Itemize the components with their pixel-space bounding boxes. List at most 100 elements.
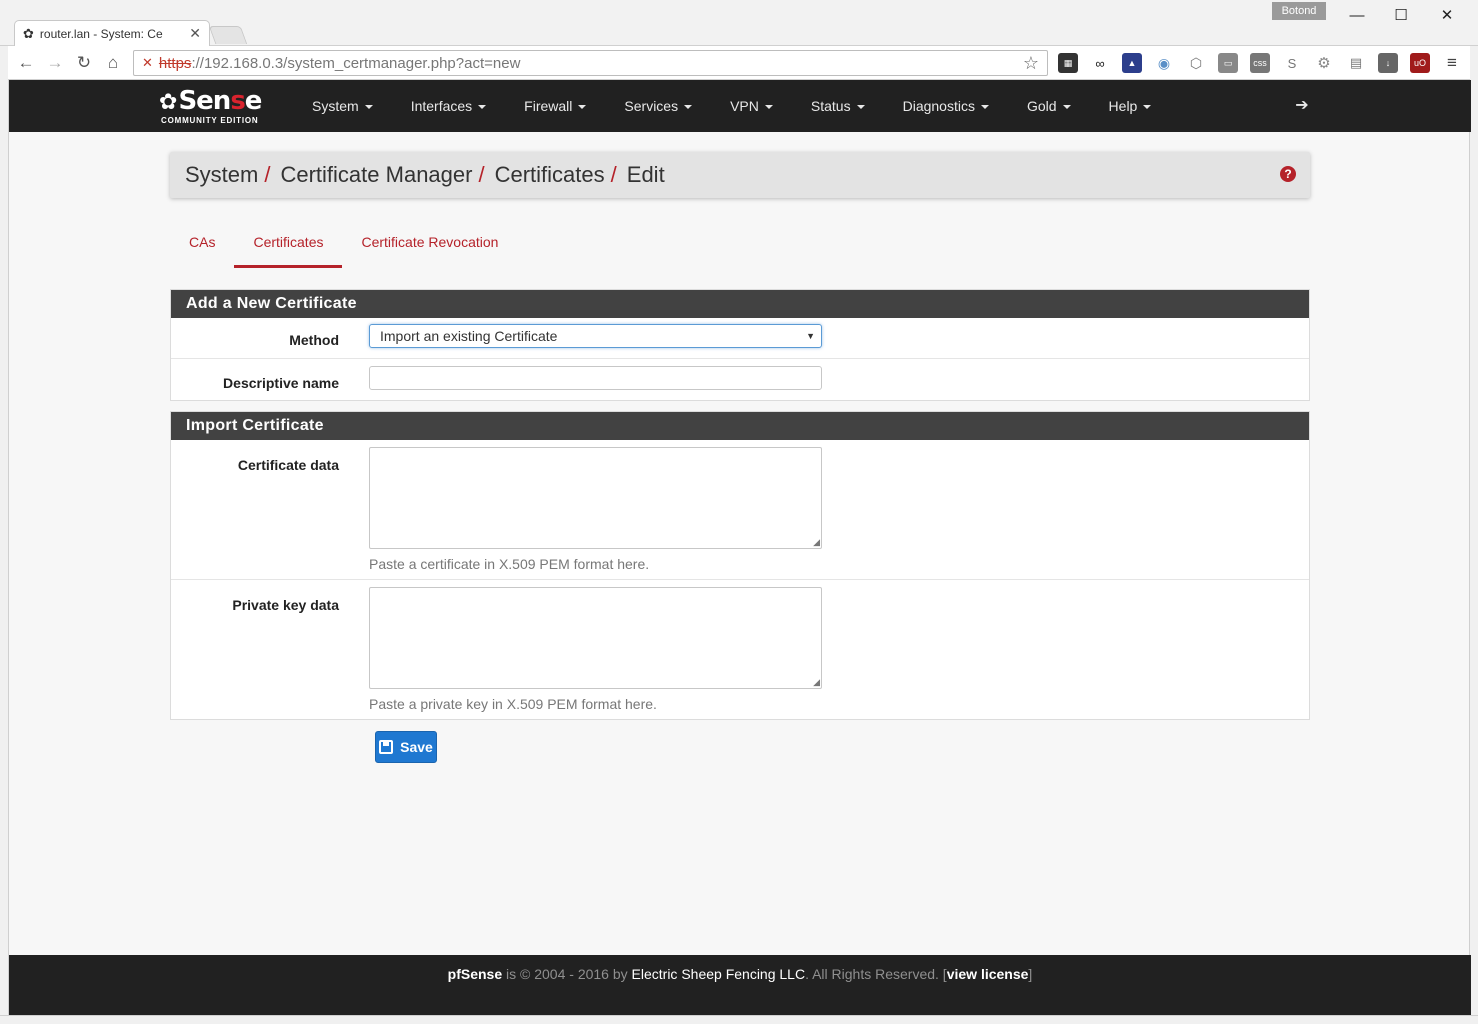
top-navbar: ✿Sense COMMUNITY EDITION System Interfac…: [9, 80, 1471, 132]
tab-certificate-revocation[interactable]: Certificate Revocation: [342, 228, 517, 268]
cube-icon[interactable]: ⬡: [1186, 53, 1206, 73]
cert-data-textarea[interactable]: ◢: [369, 447, 822, 549]
menu-firewall-label: Firewall: [524, 98, 573, 114]
address-bar[interactable]: ✕ https ://192.168.0.3/system_certmanage…: [133, 50, 1048, 76]
bookmark-star-icon[interactable]: ☆: [1023, 53, 1039, 74]
qr-code-icon[interactable]: ▦: [1058, 53, 1078, 73]
breadcrumb-separator: /: [264, 162, 271, 187]
menu-gold-label: Gold: [1026, 98, 1057, 114]
save-label: Save: [400, 739, 433, 755]
minimize-icon[interactable]: —: [1334, 4, 1380, 26]
browser-toolbar: ← → ↻ ⌂ ✕ https ://192.168.0.3/system_ce…: [0, 46, 1478, 80]
menu-interfaces[interactable]: Interfaces: [392, 80, 505, 132]
pfsense-logo[interactable]: ✿Sense COMMUNITY EDITION: [159, 86, 279, 126]
reload-icon[interactable]: ↻: [73, 52, 95, 74]
breadcrumb-separator: /: [478, 162, 485, 187]
pfsense-favicon-icon: ✿: [23, 25, 34, 41]
skype-icon[interactable]: S: [1282, 53, 1302, 73]
save-button[interactable]: Save: [375, 731, 437, 763]
caret-down-icon: [364, 105, 373, 110]
key-data-hint: Paste a private key in X.509 PEM format …: [369, 696, 657, 712]
url-scheme: https: [158, 54, 192, 72]
cert-data-label: Certificate data: [237, 457, 339, 473]
page-footer: pfSense is © 2004 - 2016 by Electric She…: [9, 955, 1471, 1015]
select-arrow-icon: ▼: [806, 331, 815, 341]
browser-menu-icon[interactable]: ≡: [1441, 52, 1463, 74]
caret-down-icon: [764, 105, 773, 110]
key-data-row: Private key data ◢ Paste a private key i…: [171, 580, 1309, 720]
menu-system-label: System: [312, 98, 359, 114]
panel-title: Import Certificate: [171, 412, 1309, 440]
maximize-icon[interactable]: ☐: [1378, 4, 1424, 26]
caret-down-icon: [856, 105, 865, 110]
forward-arrow-icon[interactable]: →: [44, 52, 66, 74]
desktop-left-edge: [0, 46, 8, 1024]
download-icon[interactable]: ↓: [1378, 53, 1398, 73]
footer-text1: is © 2004 - 2016 by: [502, 966, 632, 982]
profile-badge[interactable]: Botond: [1272, 2, 1326, 20]
view-license-link[interactable]: view license: [947, 966, 1029, 982]
resize-grip-icon[interactable]: ◢: [813, 538, 820, 547]
menu-services[interactable]: Services: [605, 80, 711, 132]
new-tab-button[interactable]: [208, 26, 248, 44]
tab-certificates[interactable]: Certificates: [234, 228, 343, 268]
footer-text2: . All Rights Reserved. [: [805, 966, 947, 982]
caret-down-icon: [1143, 105, 1152, 110]
resize-grip-icon[interactable]: ◢: [813, 678, 820, 687]
menu-diagnostics-label: Diagnostics: [902, 98, 975, 114]
settings-gear-icon[interactable]: ⚙: [1314, 53, 1334, 73]
menu-status-label: Status: [810, 98, 851, 114]
close-window-icon[interactable]: ✕: [1424, 4, 1470, 26]
panel-title: Add a New Certificate: [171, 290, 1309, 318]
back-arrow-icon[interactable]: ←: [15, 52, 37, 74]
extension-chart-icon[interactable]: ▲: [1122, 53, 1142, 73]
camera-icon[interactable]: ◉: [1154, 53, 1174, 73]
descr-row: Descriptive name: [171, 359, 1309, 400]
tab-cas[interactable]: CAs: [170, 228, 234, 268]
ublock-icon[interactable]: uO: [1410, 53, 1430, 73]
brand-main: Sen: [178, 86, 231, 116]
descriptive-name-input[interactable]: [369, 366, 822, 390]
menu-vpn[interactable]: VPN: [711, 80, 792, 132]
add-certificate-panel: Add a New Certificate Method Import an e…: [170, 289, 1310, 401]
footer-company[interactable]: Electric Sheep Fencing LLC: [632, 966, 806, 982]
tab-close-icon[interactable]: ✕: [189, 25, 201, 42]
menu-vpn-label: VPN: [730, 98, 759, 114]
main-menu: System Interfaces Firewall Services VPN …: [293, 80, 1170, 132]
breadcrumb: System / Certificate Manager / Certificate…: [170, 152, 1310, 198]
import-certificate-panel: Import Certificate Certificate data ◢ Pa…: [170, 411, 1310, 720]
incognito-glasses-icon[interactable]: ∞: [1090, 53, 1110, 73]
key-data-textarea[interactable]: ◢: [369, 587, 822, 689]
window-resizer-icon[interactable]: ▭: [1218, 53, 1238, 73]
floppy-disk-icon: [379, 740, 394, 754]
method-select[interactable]: Import an existing Certificate ▼: [369, 324, 822, 348]
help-question-icon[interactable]: ?: [1280, 166, 1296, 182]
menu-status[interactable]: Status: [792, 80, 884, 132]
caret-down-icon: [684, 105, 693, 110]
desktop-status-strip: [0, 1015, 1478, 1024]
breadcrumb-separator: /: [610, 162, 617, 187]
tab-title: router.lan - System: Ce: [39, 26, 163, 41]
menu-firewall[interactable]: Firewall: [505, 80, 605, 132]
page-info-icon[interactable]: ▤: [1346, 53, 1366, 73]
menu-gold[interactable]: Gold: [1008, 80, 1090, 132]
method-selected-value: Import an existing Certificate: [380, 328, 558, 344]
breadcrumb-certificates[interactable]: Certificates: [495, 162, 605, 188]
breadcrumb-certificate-manager[interactable]: Certificate Manager: [280, 162, 472, 188]
method-label: Method: [289, 332, 339, 348]
home-icon[interactable]: ⌂: [102, 52, 124, 74]
menu-help[interactable]: Help: [1090, 80, 1171, 132]
menu-diagnostics[interactable]: Diagnostics: [884, 80, 1008, 132]
footer-product: pfSense: [447, 966, 503, 982]
breadcrumb-system[interactable]: System: [185, 162, 258, 188]
caret-down-icon: [1062, 105, 1071, 110]
key-data-label: Private key data: [232, 597, 339, 613]
browser-tab[interactable]: ✿ router.lan - System: Ce ✕: [14, 20, 210, 46]
insecure-lock-icon: ✕: [142, 55, 153, 70]
css-viewer-icon[interactable]: css: [1250, 53, 1270, 73]
desktop-right-edge: [1470, 46, 1478, 1024]
logout-icon[interactable]: ➔: [1291, 94, 1313, 116]
descr-label: Descriptive name: [223, 375, 339, 391]
page-viewport: ✿Sense COMMUNITY EDITION System Interfac…: [8, 80, 1471, 1015]
menu-system[interactable]: System: [293, 80, 392, 132]
